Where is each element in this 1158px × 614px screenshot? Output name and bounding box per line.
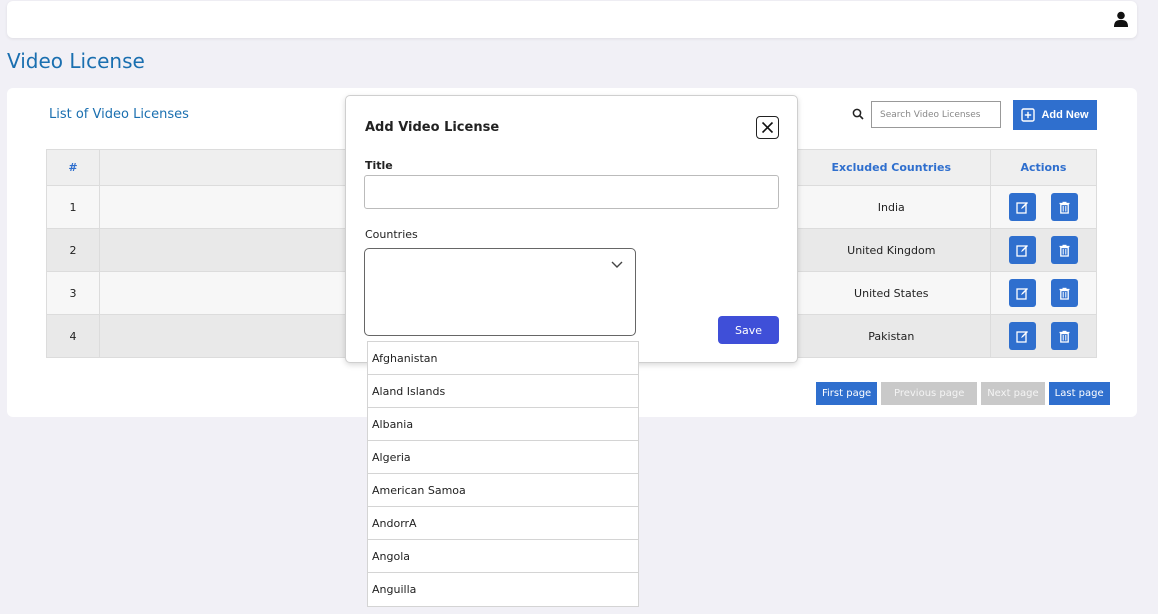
- edit-icon: [1016, 244, 1028, 257]
- search-icon: [852, 108, 864, 120]
- edit-icon: [1016, 201, 1028, 214]
- save-button[interactable]: Save: [718, 316, 779, 344]
- next-page-button[interactable]: Next page: [981, 382, 1045, 405]
- trash-icon: [1059, 287, 1070, 300]
- row-excluded-countries: Pakistan: [791, 314, 991, 358]
- delete-button[interactable]: [1050, 193, 1078, 221]
- title-input[interactable]: [364, 175, 779, 209]
- previous-page-button[interactable]: Previous page: [881, 382, 978, 405]
- column-header-actions: Actions: [989, 149, 1098, 186]
- search-input[interactable]: [871, 101, 1001, 128]
- edit-button[interactable]: [1008, 236, 1036, 264]
- column-header-excluded-countries: Excluded Countries: [791, 149, 991, 186]
- country-option[interactable]: Albania: [368, 408, 638, 441]
- country-option[interactable]: AndorrA: [368, 507, 638, 540]
- row-number: 4: [45, 314, 101, 358]
- top-bar: [7, 1, 1137, 38]
- delete-button[interactable]: [1050, 322, 1078, 350]
- trash-icon: [1059, 244, 1070, 257]
- row-excluded-countries: United Kingdom: [791, 228, 991, 272]
- row-actions: [989, 314, 1098, 358]
- column-header-number: #: [45, 149, 101, 186]
- country-option[interactable]: American Samoa: [368, 474, 638, 507]
- last-page-button[interactable]: Last page: [1048, 382, 1110, 405]
- list-title: List of Video Licenses: [49, 107, 189, 122]
- delete-button[interactable]: [1050, 279, 1078, 307]
- add-new-button[interactable]: Add New: [1013, 100, 1097, 130]
- country-option[interactable]: Angola: [368, 540, 638, 573]
- trash-icon: [1059, 330, 1070, 343]
- row-number: 2: [45, 228, 101, 272]
- row-actions: [989, 228, 1098, 272]
- title-label: Title: [365, 159, 393, 172]
- edit-button[interactable]: [1008, 193, 1036, 221]
- edit-button[interactable]: [1008, 322, 1036, 350]
- close-icon: [761, 121, 774, 134]
- add-video-license-modal: Add Video License Title Countries Save: [345, 95, 798, 363]
- country-option[interactable]: Afghanistan: [368, 342, 638, 375]
- countries-select[interactable]: [364, 248, 636, 336]
- country-option[interactable]: Algeria: [368, 441, 638, 474]
- plus-square-icon: [1021, 108, 1036, 122]
- delete-button[interactable]: [1050, 236, 1078, 264]
- row-actions: [989, 271, 1098, 315]
- country-option[interactable]: Aland Islands: [368, 375, 638, 408]
- row-excluded-countries: India: [791, 185, 991, 229]
- edit-button[interactable]: [1008, 279, 1036, 307]
- countries-label: Countries: [365, 228, 418, 241]
- row-number: 1: [45, 185, 101, 229]
- chevron-down-icon[interactable]: [611, 261, 623, 269]
- trash-icon: [1059, 201, 1070, 214]
- edit-icon: [1016, 330, 1028, 343]
- modal-title: Add Video License: [365, 120, 500, 135]
- add-new-label: Add New: [1041, 109, 1089, 121]
- page-title: Video License: [7, 49, 145, 73]
- first-page-button[interactable]: First page: [816, 382, 878, 405]
- pagination: First page Previous page Next page Last …: [816, 382, 1110, 405]
- country-option[interactable]: Anguilla: [368, 573, 638, 606]
- close-button[interactable]: [756, 116, 779, 139]
- row-actions: [989, 185, 1098, 229]
- row-excluded-countries: United States: [791, 271, 991, 315]
- row-number: 3: [45, 271, 101, 315]
- user-icon[interactable]: [1114, 11, 1128, 27]
- edit-icon: [1016, 287, 1028, 300]
- countries-dropdown-list: Afghanistan Aland Islands Albania Algeri…: [367, 341, 639, 607]
